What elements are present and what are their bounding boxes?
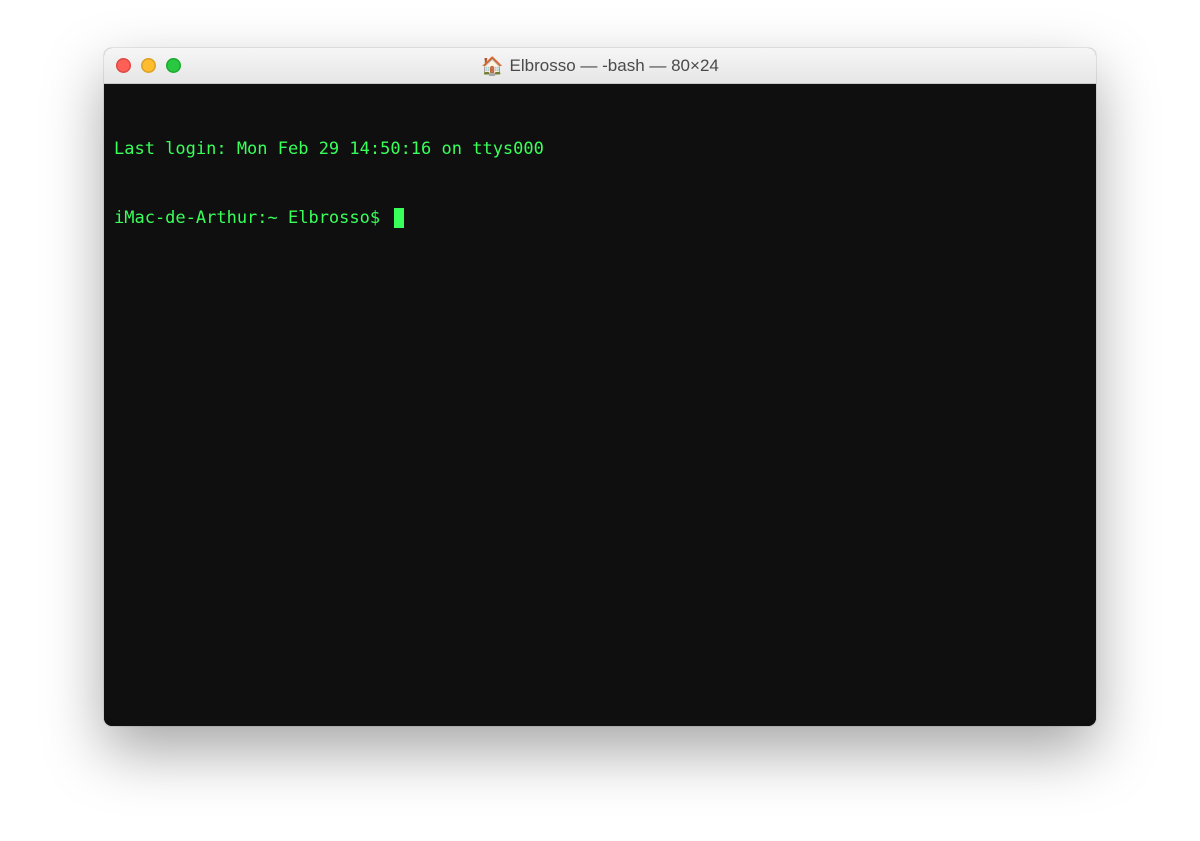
- terminal-window: 🏠 Elbrosso — -bash — 80×24 Last login: M…: [104, 48, 1096, 726]
- minimize-button[interactable]: [141, 58, 156, 73]
- home-icon: 🏠: [481, 57, 503, 75]
- close-button[interactable]: [116, 58, 131, 73]
- title-bar[interactable]: 🏠 Elbrosso — -bash — 80×24: [104, 48, 1096, 84]
- prompt-text: iMac-de-Arthur:~ Elbrosso$: [114, 207, 390, 230]
- cursor-icon: [394, 208, 404, 228]
- prompt-line: iMac-de-Arthur:~ Elbrosso$: [114, 207, 1086, 230]
- last-login-line: Last login: Mon Feb 29 14:50:16 on ttys0…: [114, 138, 1086, 161]
- terminal-body[interactable]: Last login: Mon Feb 29 14:50:16 on ttys0…: [104, 84, 1096, 726]
- maximize-button[interactable]: [166, 58, 181, 73]
- traffic-lights: [116, 58, 181, 73]
- window-title-text: Elbrosso — -bash — 80×24: [510, 56, 719, 76]
- window-title: 🏠 Elbrosso — -bash — 80×24: [104, 56, 1096, 76]
